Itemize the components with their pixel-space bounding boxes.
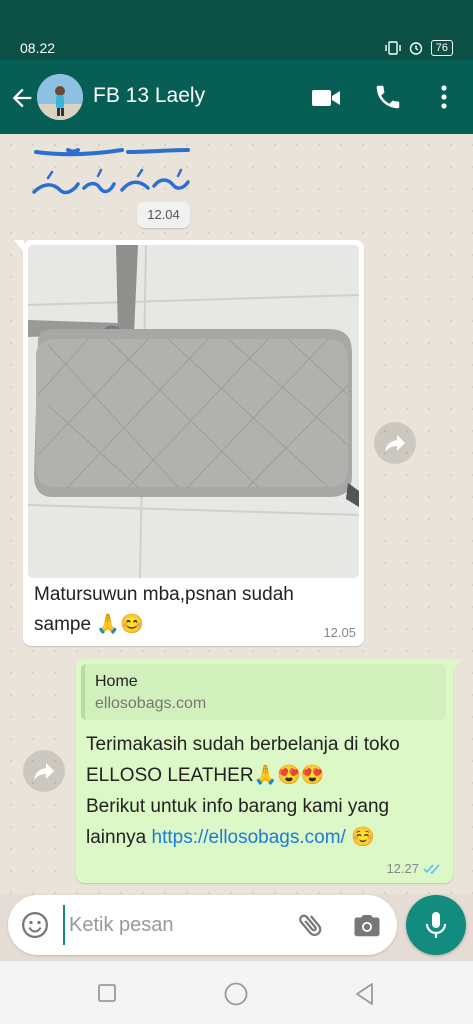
- avatar[interactable]: [37, 74, 83, 120]
- chat-header: FB 13 Laely: [0, 60, 473, 134]
- outgoing-message-text: Terimakasih sudah berbelanja di toko ELL…: [86, 729, 446, 853]
- status-icons: 76: [385, 40, 453, 56]
- forward-icon: [34, 763, 54, 780]
- link-preview-domain: ellosobags.com: [95, 695, 207, 712]
- microphone-icon: [425, 912, 447, 938]
- forward-icon: [385, 435, 405, 452]
- message-composer: [8, 895, 397, 955]
- double-check-icon: [423, 863, 440, 874]
- phone-icon[interactable]: [373, 82, 403, 112]
- smile-emoji: ☺️: [351, 827, 375, 848]
- forward-button[interactable]: [374, 422, 416, 464]
- back-arrow-icon[interactable]: [8, 84, 36, 112]
- arabic-calligraphy-image: [32, 148, 190, 195]
- outgoing-message-time: 12.27: [386, 861, 419, 876]
- message-input[interactable]: [63, 905, 283, 945]
- status-bar: 08.22 76: [0, 0, 473, 60]
- outgoing-line-1: Terimakasih sudah berbelanja di toko ELL…: [86, 734, 400, 786]
- link-preview[interactable]: Home ellosobags.com: [81, 664, 446, 720]
- voice-message-button[interactable]: [406, 895, 466, 955]
- more-options-icon[interactable]: [432, 82, 456, 112]
- chat-area[interactable]: 12.04 Matursuwun mba,psnan sudah sampe 🙏…: [0, 134, 473, 894]
- contact-name[interactable]: FB 13 Laely: [93, 84, 205, 108]
- camera-icon[interactable]: [352, 910, 382, 940]
- attachment-icon[interactable]: [296, 910, 326, 940]
- status-time: 08.22: [20, 40, 56, 56]
- bag-image: [28, 245, 359, 578]
- bag-photo[interactable]: [28, 245, 359, 578]
- outgoing-message[interactable]: Home ellosobags.com Terimakasih sudah be…: [76, 659, 462, 883]
- recent-apps-icon[interactable]: [97, 983, 117, 1003]
- website-link[interactable]: https://ellosobags.com/: [152, 827, 346, 848]
- system-navigation-bar: [0, 960, 473, 1024]
- battery-indicator: 76: [430, 40, 453, 56]
- vibrate-icon: [385, 41, 401, 55]
- link-preview-title: Home: [95, 673, 138, 690]
- message-time-chip: 12.04: [137, 202, 190, 228]
- incoming-message-time: 12.05: [323, 625, 356, 640]
- alarm-icon: [409, 42, 422, 55]
- nav-back-icon[interactable]: [352, 981, 378, 1007]
- video-call-icon[interactable]: [310, 84, 342, 112]
- incoming-message-text: Matursuwun mba,psnan sudah sampe 🙏😊: [34, 584, 294, 635]
- avatar-image: [37, 74, 83, 120]
- forward-button[interactable]: [23, 750, 65, 792]
- outgoing-message-meta: 12.27: [386, 861, 443, 876]
- home-icon[interactable]: [223, 981, 249, 1007]
- emoji-icon[interactable]: [20, 910, 50, 940]
- incoming-message[interactable]: Matursuwun mba,psnan sudah sampe 🙏😊 12.0…: [14, 240, 364, 646]
